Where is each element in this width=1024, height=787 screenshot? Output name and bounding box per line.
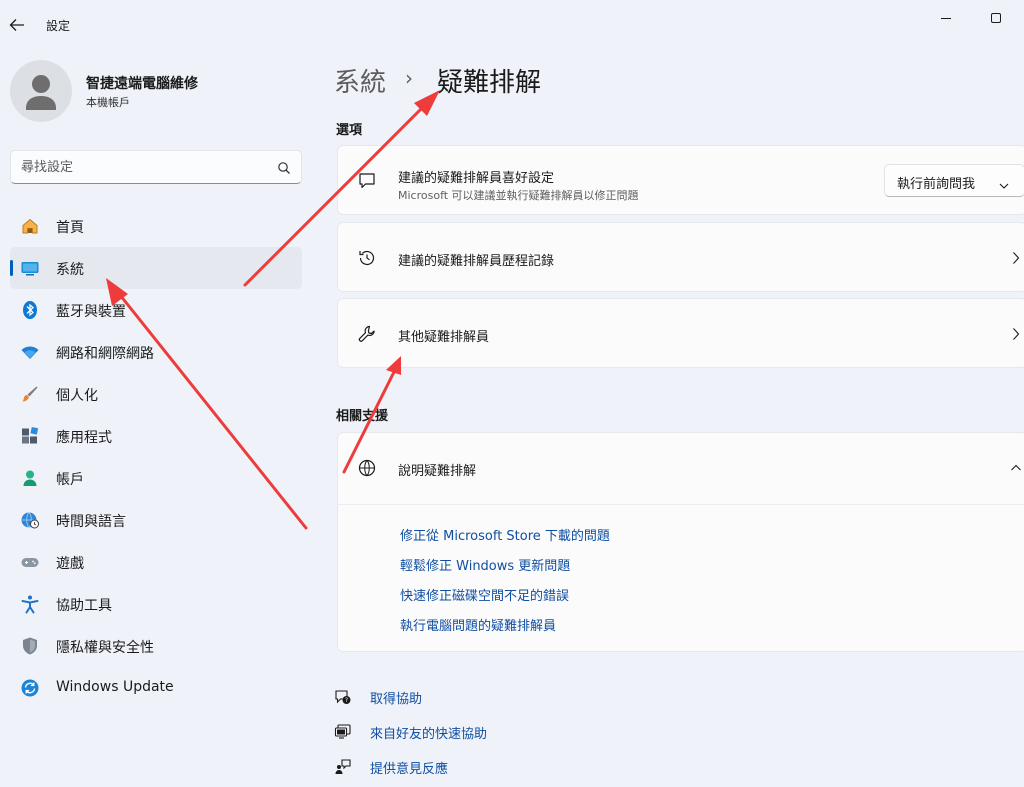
sidebar-item-accessibility[interactable]: 協助工具: [10, 583, 302, 625]
maximize-icon[interactable]: [988, 10, 1004, 26]
app-title: 設定: [46, 19, 71, 33]
chevron-down-icon: [998, 176, 1010, 189]
sidebar-item-label: 首頁: [56, 220, 84, 236]
sidebar-item-label: 協助工具: [56, 598, 112, 614]
brush-icon: [20, 384, 40, 404]
account-icon: [20, 468, 40, 488]
sidebar-item-network[interactable]: 網路和網際網路: [10, 331, 302, 373]
search-icon[interactable]: [276, 160, 292, 176]
breadcrumb-parent[interactable]: 系統: [334, 62, 386, 99]
recommended-preference-dropdown[interactable]: 執行前詢問我: [884, 164, 1024, 197]
svg-text:?: ?: [345, 697, 348, 704]
sidebar-item-label: 時間與語言: [56, 514, 126, 530]
recommended-troubleshooter-card: 建議的疑難排解員喜好設定 Microsoft 可以建議並執行疑難排解員以修正問題…: [337, 145, 1024, 215]
chat-bubble-icon: [356, 170, 378, 192]
bluetooth-icon: [20, 300, 40, 320]
home-icon: [20, 216, 40, 236]
settings-window: 設定 智捷遠端電腦維修 本機帳戶 首頁: [0, 0, 1024, 787]
card-title: 其他疑難排解員: [398, 330, 490, 345]
divider: [338, 504, 1024, 505]
system-icon: [20, 258, 40, 278]
back-arrow-icon[interactable]: [6, 14, 28, 36]
globe-clock-icon: [20, 510, 40, 530]
shield-icon: [20, 636, 40, 656]
sidebar-item-label: 遊戲: [56, 556, 84, 572]
help-link-windows-update[interactable]: 輕鬆修正 Windows 更新問題: [400, 555, 570, 574]
globe-icon: [356, 457, 378, 479]
apps-icon: [20, 426, 40, 446]
breadcrumb-separator: ›: [405, 66, 413, 90]
sidebar-item-label: 藍牙與裝置: [56, 304, 126, 320]
minimize-icon[interactable]: [938, 10, 954, 26]
get-help-link[interactable]: ? 取得協助: [334, 685, 554, 709]
search-input[interactable]: [21, 157, 271, 177]
quick-assist-icon: [334, 723, 352, 741]
troubleshoot-help-card: 說明疑難排解 修正從 Microsoft Store 下載的問題 輕鬆修正 Wi…: [337, 432, 1024, 652]
sidebar-item-label: 帳戶: [56, 472, 84, 488]
footer-link-label: 提供意見反應: [370, 762, 449, 777]
other-troubleshooters-card[interactable]: 其他疑難排解員: [337, 298, 1024, 368]
help-icon: ?: [334, 688, 352, 706]
sidebar-item-home[interactable]: 首頁: [10, 205, 302, 247]
wifi-icon: [20, 342, 40, 362]
sidebar-item-label: 個人化: [56, 388, 98, 404]
card-title: 建議的疑難排解員喜好設定: [398, 171, 555, 186]
page-title: 疑難排解: [437, 68, 542, 98]
sidebar-nav: 首頁 系統 藍牙與裝置 網路和網際網路 個人化 應用程式 帳戶 時間與語言 遊戲…: [10, 205, 302, 709]
sidebar-item-gaming[interactable]: 遊戲: [10, 541, 302, 583]
help-link-disk-space[interactable]: 快速修正磁碟空間不足的錯誤: [400, 585, 569, 604]
related-support-section-title: 相關支援: [336, 409, 389, 424]
chevron-right-icon: [1010, 251, 1022, 265]
search-box[interactable]: [10, 150, 302, 184]
wrench-icon: [356, 323, 378, 345]
sidebar-item-label: 隱私權與安全性: [56, 640, 154, 656]
title-bar: 設定: [0, 0, 1024, 50]
dropdown-value: 執行前詢問我: [897, 177, 976, 192]
sidebar-item-label: 網路和網際網路: [56, 346, 154, 362]
active-indicator: [10, 260, 13, 276]
chevron-up-icon: [1010, 461, 1022, 475]
feedback-icon: [334, 758, 352, 776]
gamepad-icon: [20, 552, 40, 572]
help-link-store[interactable]: 修正從 Microsoft Store 下載的問題: [400, 525, 610, 544]
footer-link-label: 取得協助: [370, 692, 423, 707]
card-subtitle: Microsoft 可以建議並執行疑難排解員以修正問題: [398, 189, 639, 202]
update-icon: [20, 678, 40, 698]
footer-link-label: 來自好友的快速協助: [370, 727, 488, 742]
troubleshoot-help-header[interactable]: 說明疑難排解: [338, 433, 1024, 504]
accessibility-icon: [20, 594, 40, 614]
sidebar-item-label: Windows Update: [56, 679, 174, 695]
sidebar-item-bluetooth[interactable]: 藍牙與裝置: [10, 289, 302, 331]
sidebar-item-privacy[interactable]: 隱私權與安全性: [10, 625, 302, 667]
sidebar-item-label: 應用程式: [56, 430, 112, 446]
card-title: 說明疑難排解: [398, 464, 477, 479]
quick-assist-link[interactable]: 來自好友的快速協助: [334, 720, 554, 744]
sidebar-item-personalization[interactable]: 個人化: [10, 373, 302, 415]
chevron-right-icon: [1010, 327, 1022, 341]
card-title: 建議的疑難排解員歷程記錄: [398, 254, 555, 269]
sidebar-item-label: 系統: [56, 262, 84, 278]
account-type: 本機帳戶: [86, 96, 130, 109]
sidebar-item-apps[interactable]: 應用程式: [10, 415, 302, 457]
help-link-run-troubleshooter[interactable]: 執行電腦問題的疑難排解員: [400, 615, 556, 634]
feedback-link[interactable]: 提供意見反應: [334, 755, 554, 779]
troubleshooter-history-card[interactable]: 建議的疑難排解員歷程記錄: [337, 222, 1024, 292]
user-name: 智捷遠端電腦維修: [86, 76, 198, 92]
sidebar-item-accounts[interactable]: 帳戶: [10, 457, 302, 499]
sidebar-item-system[interactable]: 系統: [10, 247, 302, 289]
avatar[interactable]: [10, 60, 72, 122]
options-section-title: 選項: [336, 123, 363, 138]
sidebar-item-windows-update[interactable]: Windows Update: [10, 667, 302, 709]
sidebar-item-time-language[interactable]: 時間與語言: [10, 499, 302, 541]
history-icon: [356, 247, 378, 269]
